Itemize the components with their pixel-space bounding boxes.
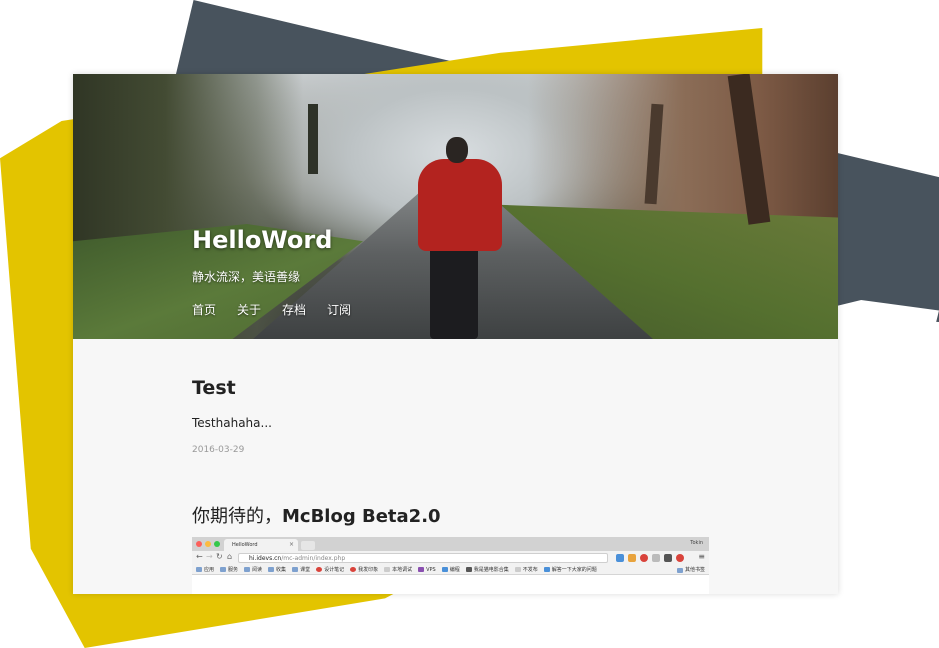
url-path: /mc-admin/index.php bbox=[281, 555, 346, 562]
extension-icon bbox=[640, 554, 648, 562]
bookmark-label: 不发布 bbox=[522, 566, 538, 573]
hero-person-legs bbox=[430, 247, 478, 339]
site-title[interactable]: HelloWord bbox=[192, 226, 332, 254]
bookmark-item: 应用 bbox=[196, 565, 214, 574]
window-minimize-dot bbox=[205, 541, 211, 547]
bookmark-label: 编程 bbox=[449, 566, 460, 573]
menu-icon: ≡ bbox=[698, 552, 705, 561]
bookmark-label: 课堂 bbox=[300, 566, 311, 573]
site-icon bbox=[350, 567, 357, 572]
extension-icon bbox=[628, 554, 636, 562]
post-title[interactable]: 你期待的，McBlog Beta2.0 bbox=[192, 502, 441, 528]
nav-item-home[interactable]: 首页 bbox=[192, 301, 216, 318]
hero-banner: HelloWord 静水流深，美语善缘 首页 关于 存档 订阅 bbox=[73, 74, 838, 339]
page-icon bbox=[384, 567, 391, 572]
folder-icon bbox=[220, 567, 227, 572]
folder-icon bbox=[244, 567, 251, 572]
page-icon bbox=[514, 567, 521, 572]
folder-icon bbox=[676, 567, 683, 573]
bookmark-item: 不发布 bbox=[514, 565, 538, 574]
hero-person-head bbox=[446, 137, 468, 163]
site-icon bbox=[441, 567, 448, 572]
folder-icon bbox=[292, 567, 299, 572]
bookmark-label: 我发印象 bbox=[358, 566, 379, 573]
blog-page: HelloWord 静水流深，美语善缘 首页 关于 存档 订阅 Test Tes… bbox=[73, 74, 838, 594]
hero-person-jacket bbox=[418, 159, 502, 251]
bookmark-item: 我发印象 bbox=[350, 565, 378, 574]
site-icon bbox=[465, 567, 472, 572]
bookmark-label: VPS bbox=[426, 566, 436, 573]
forward-icon: → bbox=[206, 552, 213, 561]
bookmark-item: 解答一下大家的问题 bbox=[543, 565, 597, 574]
nav-item-about[interactable]: 关于 bbox=[237, 301, 261, 318]
main-nav: 首页 关于 存档 订阅 bbox=[192, 301, 351, 318]
bookmark-item: 阅读 bbox=[244, 565, 262, 574]
url-host: hi.idevs.cn bbox=[249, 555, 282, 562]
bookmark-item: 我是猫电影合集 bbox=[465, 565, 509, 574]
extension-icon bbox=[664, 554, 672, 562]
extension-icon bbox=[616, 554, 624, 562]
nav-item-archive[interactable]: 存档 bbox=[282, 301, 306, 318]
nav-item-subscribe[interactable]: 订阅 bbox=[327, 301, 351, 318]
bookmark-item: VPS bbox=[418, 565, 436, 574]
bookmark-item: 设计笔记 bbox=[316, 565, 344, 574]
bookmark-label: 我是猫电影合集 bbox=[473, 566, 509, 573]
browser-tab: HelloWord × bbox=[224, 539, 298, 551]
site-description: 静水流深，美语善缘 bbox=[192, 270, 301, 284]
bookmark-label: 应用 bbox=[204, 566, 215, 573]
post-date: 2016-03-29 bbox=[192, 445, 245, 455]
bookmark-label: 阅读 bbox=[252, 566, 263, 573]
extension-icon bbox=[652, 554, 660, 562]
bookmark-label: 收集 bbox=[276, 566, 287, 573]
new-tab-icon bbox=[301, 541, 315, 550]
bookmark-label: 其他书签 bbox=[684, 567, 705, 573]
apps-icon bbox=[196, 567, 202, 572]
bookmark-label: 设计笔记 bbox=[324, 566, 345, 573]
bookmark-other: 其他书签 bbox=[676, 565, 705, 575]
bookmark-label: 服务 bbox=[228, 566, 239, 573]
browser-user-name: Tokin bbox=[690, 540, 703, 546]
site-icon bbox=[316, 567, 323, 572]
browser-tab-title: HelloWord bbox=[232, 542, 258, 548]
bookmark-label: 本地调试 bbox=[392, 566, 413, 573]
bookmark-item: 本地调试 bbox=[384, 565, 412, 574]
reload-icon: ↻ bbox=[216, 552, 223, 561]
browser-url-bar: hi.idevs.cn/mc-admin/index.php bbox=[238, 553, 608, 563]
extension-icon bbox=[676, 554, 684, 562]
hero-tree-trunk bbox=[308, 104, 318, 174]
post-title[interactable]: Test bbox=[192, 377, 236, 399]
bookmark-item: 编程 bbox=[441, 565, 460, 574]
folder-icon bbox=[268, 567, 275, 572]
post-title-bold: McBlog Beta2.0 bbox=[282, 506, 441, 527]
browser-toolbar: ← → ↻ ⌂ hi.idevs.cn/mc-admin/index.php ≡ bbox=[192, 551, 709, 565]
bookmark-item: 课堂 bbox=[292, 565, 310, 574]
post-image-browser-screenshot: HelloWord × Tokin ← → ↻ ⌂ hi.idevs.cn/mc… bbox=[192, 537, 709, 594]
bookmark-item: 收集 bbox=[268, 565, 286, 574]
browser-bookmarks-bar: 应用 服务 阅读 收集 课堂 设计笔记 我发印象 本地调试 VPS 编程 我是猫… bbox=[192, 565, 709, 575]
bookmark-item: 服务 bbox=[220, 565, 238, 574]
browser-tab-bar: HelloWord × Tokin bbox=[192, 537, 709, 551]
close-icon: × bbox=[288, 541, 294, 548]
site-icon bbox=[543, 567, 550, 572]
window-close-dot bbox=[196, 541, 202, 547]
post-title-prefix: 你期待的， bbox=[192, 506, 282, 527]
site-icon bbox=[418, 567, 425, 572]
back-icon: ← bbox=[196, 552, 203, 561]
window-zoom-dot bbox=[214, 541, 220, 547]
bookmark-label: 解答一下大家的问题 bbox=[551, 566, 597, 573]
home-icon: ⌂ bbox=[227, 552, 233, 561]
post-excerpt: Testhahaha... bbox=[192, 416, 272, 430]
